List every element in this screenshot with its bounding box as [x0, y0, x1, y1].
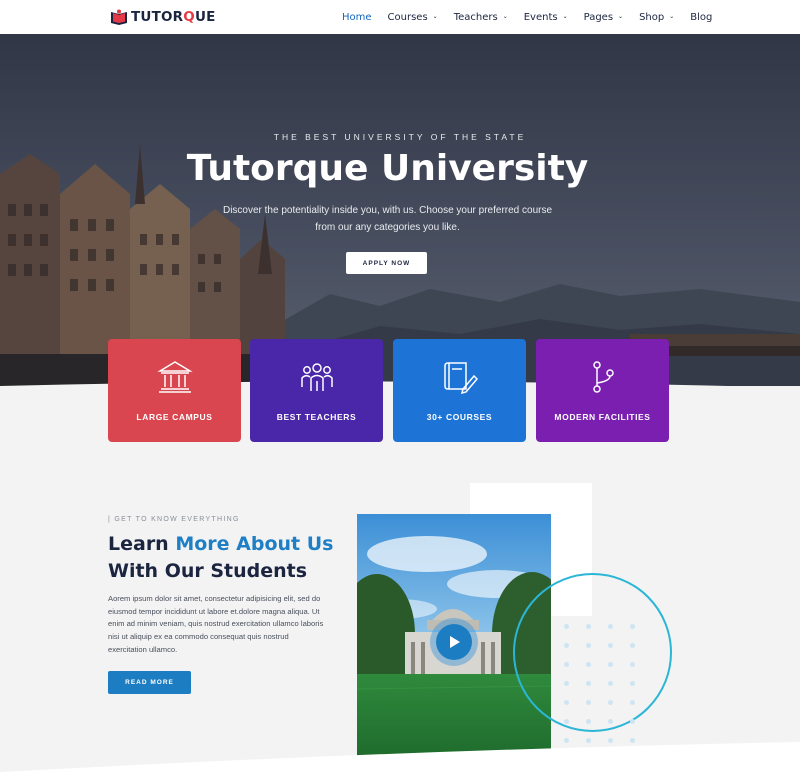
about-kicker: | GET TO KNOW EVERYTHING: [108, 516, 240, 523]
feature-label: LARGE CAMPUS: [136, 412, 213, 422]
nav-item-pages[interactable]: Pages ⌄: [584, 12, 623, 23]
people-group-icon: [300, 363, 333, 391]
grid-dot: [564, 624, 569, 629]
grid-dot: [586, 681, 591, 686]
logo-text: TUTORQUE: [131, 9, 216, 25]
hero-kicker: THE BEST UNIVERSITY OF THE STATE: [273, 132, 527, 142]
grid-dot: [630, 681, 635, 686]
top-navbar: TUTORQUE Home Courses ⌄ Teachers ⌄ Events ⌄ Pag…: [0, 0, 800, 34]
book-pen-icon: [443, 362, 478, 395]
grid-dot: [608, 624, 613, 629]
nav-item-shop[interactable]: Shop ⌄: [639, 12, 674, 23]
site-logo[interactable]: TUTORQUE: [110, 7, 216, 27]
grid-dot: [608, 681, 613, 686]
grid-dot: [586, 662, 591, 667]
section-bottom-curve: [0, 742, 800, 784]
nav-item-blog[interactable]: Blog: [690, 12, 712, 23]
hero-title: Tutorque University: [186, 148, 589, 189]
grid-dot: [564, 643, 569, 648]
hero-description: Discover the potentiality inside you, wi…: [222, 205, 553, 233]
feature-label: 30+ COURSES: [426, 412, 493, 422]
grid-dot: [608, 700, 613, 705]
about-title: Learn More About Us With Our Students: [108, 533, 334, 582]
chevron-down-icon: ⌄: [562, 12, 568, 20]
feature-card-large-campus[interactable]: LARGE CAMPUS: [108, 339, 241, 442]
nav-item-home[interactable]: Home: [342, 12, 372, 23]
grid-dot: [586, 643, 591, 648]
chevron-down-icon: ⌄: [618, 12, 624, 20]
chevron-down-icon: ⌄: [502, 12, 508, 20]
chevron-down-icon: ⌄: [432, 12, 438, 20]
grid-dot: [564, 700, 569, 705]
feature-label: BEST TEACHERS: [276, 412, 357, 422]
apply-now-button[interactable]: APPLY NOW: [346, 252, 427, 274]
feature-card-courses[interactable]: 30+ COURSES: [393, 339, 526, 442]
nav-item-teachers[interactable]: Teachers ⌄: [454, 12, 508, 23]
grid-dot: [630, 700, 635, 705]
book-logo-icon: [111, 9, 127, 25]
read-more-button[interactable]: READ MORE: [108, 671, 191, 694]
grid-dot: [630, 662, 635, 667]
hero-section: THE BEST UNIVERSITY OF THE STATE Tutorqu…: [0, 34, 800, 386]
nav-item-events[interactable]: Events ⌄: [524, 12, 568, 23]
main-menu: Home Courses ⌄ Teachers ⌄ Events ⌄ Pages ⌄ Shop ⌄ B…: [342, 0, 728, 34]
nav-item-courses[interactable]: Courses ⌄: [388, 12, 438, 23]
feature-card-best-teachers[interactable]: BEST TEACHERS: [250, 339, 383, 442]
play-button[interactable]: [430, 618, 478, 666]
grid-dot: [564, 681, 569, 686]
feature-card-modern-facilities[interactable]: MODERN FACILITIES: [536, 339, 669, 442]
feature-label: MODERN FACILITIES: [554, 412, 651, 422]
about-description: Aorem ipsum dolor sit amet, consectetur …: [108, 594, 324, 654]
building-columns-icon: [156, 361, 193, 393]
grid-dot: [586, 700, 591, 705]
grid-dot: [586, 624, 591, 629]
grid-dot: [608, 662, 613, 667]
git-branch-icon: [592, 361, 614, 393]
grid-dot: [564, 662, 569, 667]
grid-dot: [630, 624, 635, 629]
grid-dot: [630, 643, 635, 648]
grid-dot: [608, 643, 613, 648]
chevron-down-icon: ⌄: [669, 12, 675, 20]
play-icon: [450, 636, 460, 648]
